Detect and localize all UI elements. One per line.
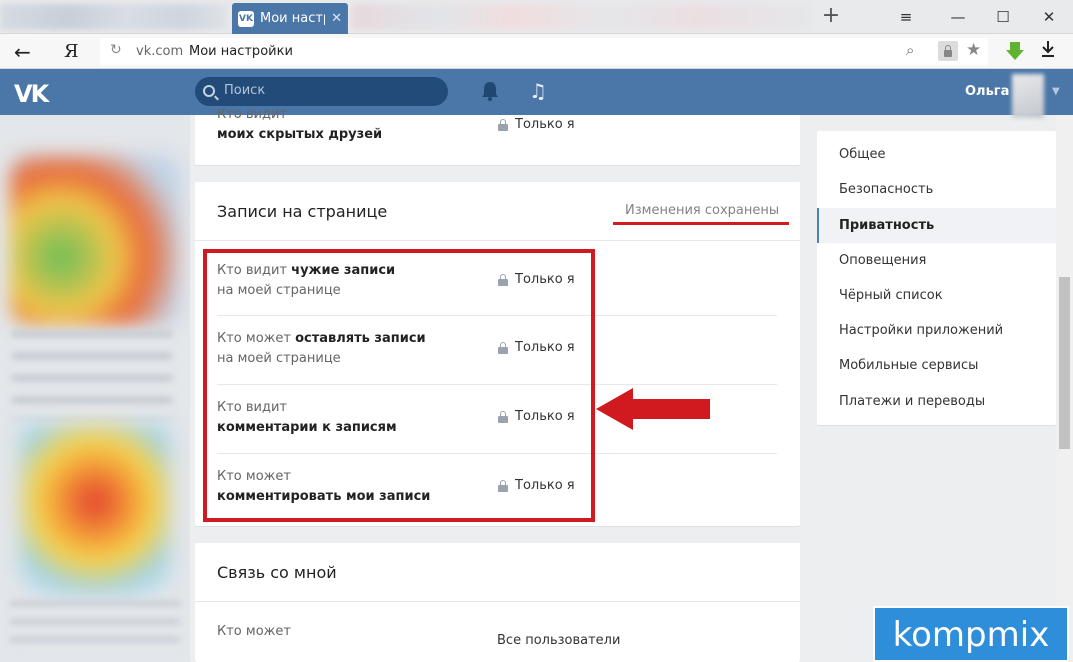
divider <box>195 601 800 602</box>
blurred-text <box>10 600 180 650</box>
search-input[interactable]: Поиск <box>195 77 448 106</box>
arrow-left-icon <box>596 388 710 430</box>
section-title: Связь со мной <box>217 563 337 582</box>
saved-underline <box>613 222 789 225</box>
yandex-logo[interactable]: Я <box>64 41 79 62</box>
browser-menu-button[interactable]: ≡ <box>893 4 919 30</box>
search-icon <box>203 85 215 97</box>
search-placeholder: Поиск <box>224 83 266 98</box>
vk-favicon-icon: VK <box>238 10 254 27</box>
privacy-value: Только я <box>515 117 575 132</box>
hidden-friends-card: Кто видит моих скрытых друзей Только я <box>195 107 800 165</box>
url-page-title: Мои настройки <box>189 44 293 59</box>
download-extension-icon[interactable] <box>1004 40 1026 62</box>
blurred-tabs-left[interactable] <box>0 4 228 30</box>
menu-item-app-settings[interactable]: Настройки приложений <box>817 313 1056 348</box>
star-icon[interactable]: ★ <box>966 40 981 60</box>
blurred-text <box>12 330 172 420</box>
back-icon[interactable]: ← <box>14 40 31 64</box>
url-host: vk.com <box>136 44 184 59</box>
highlight-box <box>203 249 595 522</box>
blurred-image <box>10 155 180 325</box>
zoom-icon[interactable]: ⌕ <box>906 41 914 59</box>
menu-item-privacy[interactable]: Приватность <box>817 208 1056 243</box>
maximize-button[interactable]: ☐ <box>990 4 1016 30</box>
section-title: Записи на странице <box>217 202 388 221</box>
contact-row-value[interactable]: Все пользователи <box>497 633 620 648</box>
privacy-value: Все пользователи <box>497 633 621 648</box>
menu-item-mobile-services[interactable]: Мобильные сервисы <box>817 348 1056 383</box>
scrollbar[interactable] <box>1056 115 1073 662</box>
contact-row-label: Кто может <box>217 624 291 639</box>
left-sidebar-blurred <box>0 115 190 662</box>
bell-icon[interactable] <box>480 80 500 102</box>
menu-item-general[interactable]: Общее <box>817 137 1056 172</box>
minimize-button[interactable]: — <box>945 4 971 30</box>
vk-logo[interactable]: VK <box>14 80 49 108</box>
tab-title: Мои настр <box>260 11 326 26</box>
user-name[interactable]: Ольга <box>965 84 1009 99</box>
close-window-button[interactable]: ✕ <box>1036 4 1062 30</box>
tab-active[interactable]: VK Мои настр ✕ <box>232 3 348 34</box>
contact-privacy-card: Связь со мной Кто может Все пользователи <box>195 543 800 662</box>
avatar[interactable] <box>1012 74 1044 118</box>
browser-tabbar: VK Мои настр ✕ + ≡ — ☐ ✕ <box>0 0 1073 34</box>
vk-header: VK Поиск ♫ Ольга ▼ <box>0 69 1073 118</box>
menu-item-notifications[interactable]: Оповещения <box>817 243 1056 278</box>
row-label-line2: моих скрытых друзей <box>217 127 383 142</box>
scrollbar-thumb[interactable] <box>1059 277 1070 449</box>
blurred-image <box>20 425 170 595</box>
hidden-friends-label: Кто видит моих скрытых друзей <box>217 105 382 145</box>
lock-icon[interactable] <box>938 41 958 61</box>
menu-item-security[interactable]: Безопасность <box>817 172 1056 207</box>
menu-item-blacklist[interactable]: Чёрный список <box>817 278 1056 313</box>
row-label-line1: Кто видит <box>217 107 288 122</box>
settings-menu: Общее Безопасность Приватность Оповещени… <box>817 131 1056 425</box>
chevron-down-icon[interactable]: ▼ <box>1052 86 1060 97</box>
lock-icon <box>497 118 509 131</box>
address-bar: ← Я ↻ vk.com Мои настройки ⌕ ★ <box>0 34 1073 69</box>
new-tab-button[interactable]: + <box>818 4 844 30</box>
download-icon[interactable] <box>1040 40 1056 58</box>
divider <box>195 240 800 241</box>
blurred-tabs-right[interactable] <box>352 4 812 30</box>
saved-note: Изменения сохранены <box>625 203 780 218</box>
music-icon[interactable]: ♫ <box>529 79 547 103</box>
hidden-friends-value[interactable]: Только я <box>497 117 575 132</box>
tab-close-icon[interactable]: ✕ <box>331 11 342 26</box>
reload-icon[interactable]: ↻ <box>110 42 122 58</box>
menu-item-payments[interactable]: Платежи и переводы <box>817 384 1056 419</box>
watermark-logo: kompmix <box>873 606 1069 662</box>
url-field[interactable]: ↻ vk.com Мои настройки ⌕ ★ <box>100 38 988 65</box>
